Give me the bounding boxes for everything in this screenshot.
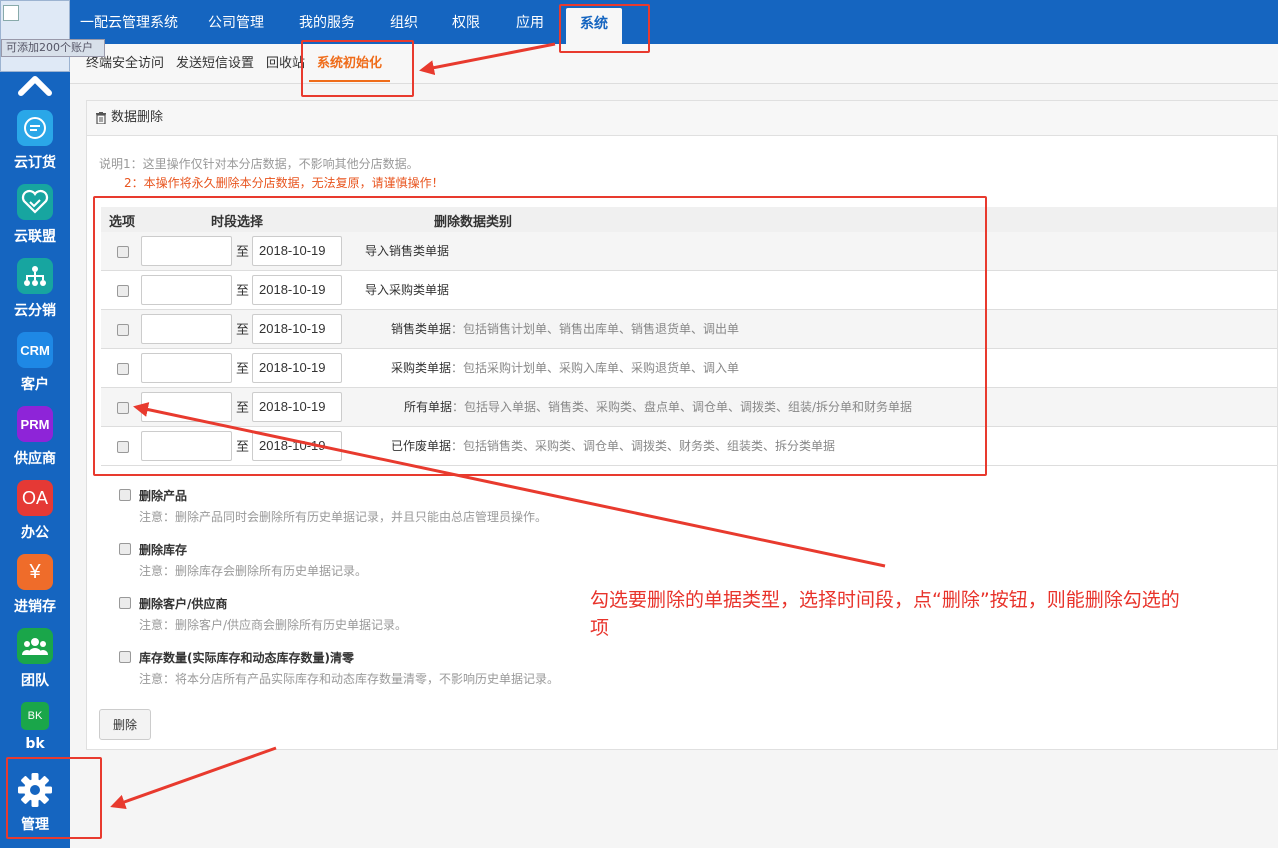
annotation-box-system-tab (559, 4, 650, 53)
crm-icon: CRM (17, 332, 53, 368)
sidebar-item-distribution[interactable]: 云分销 (0, 258, 70, 320)
sidebar-item-team[interactable]: 团队 (0, 628, 70, 690)
sidebar-item-label: 团队 (21, 673, 49, 689)
sidebar-item-label: 办公 (21, 525, 49, 541)
trash-icon (96, 112, 106, 124)
option-note: 注意：删除库存会删除所有历史单据记录。 (139, 564, 368, 578)
annotation-box-table (93, 196, 987, 476)
option-title: 删除客户/供应商 (139, 597, 228, 611)
annotation-text: 勾选要删除的单据类型，选择时间段，点“删除”按钮，则能删除勾选的项 (590, 589, 1180, 639)
description-note-1: 说明1：这里操作仅针对本分店数据，不影响其他分店数据。 (99, 157, 419, 171)
option-checkbox[interactable] (119, 651, 131, 663)
sidebar-item-label: bk (25, 736, 45, 752)
sidebar-item-supplier[interactable]: PRM 供应商 (0, 406, 70, 468)
chevron-up-icon[interactable] (17, 74, 53, 96)
nav-services[interactable]: 我的服务 (299, 0, 355, 44)
sidebar-item-label: 进销存 (14, 599, 56, 615)
sidebar-item-office[interactable]: OA 办公 (0, 480, 70, 542)
option-checkbox[interactable] (119, 543, 131, 555)
sidebar-item-label: 云订货 (14, 155, 56, 171)
sidebar-item-bk[interactable]: BK bk (0, 702, 70, 754)
account-limit-tooltip: 可添加200个账户 (1, 39, 105, 57)
bk-icon: BK (21, 702, 49, 730)
option-title: 删除产品 (139, 489, 188, 503)
warning-note-2: 2：本操作将永久删除本分店数据，无法复原，请谨慎操作！ (124, 176, 444, 190)
arrow-to-manage (110, 746, 277, 810)
sidebar-item-label: 云联盟 (14, 229, 56, 245)
org-tree-icon (17, 258, 53, 294)
nav-apps[interactable]: 应用 (516, 0, 544, 44)
option-title: 删除库存 (139, 543, 188, 557)
team-icon (17, 628, 53, 664)
nav-home[interactable]: 一配云管理系统 (80, 0, 178, 44)
top-navigation: 一配云管理系统 公司管理 我的服务 组织 权限 应用 系统 (70, 0, 1278, 44)
option-note: 注意：将本分店所有产品实际库存和动态库存数量清零，不影响历史单据记录。 (139, 672, 560, 686)
sidebar-item-alliance[interactable]: 云联盟 (0, 184, 70, 246)
prm-icon: PRM (17, 406, 53, 442)
nav-permissions[interactable]: 权限 (452, 0, 480, 44)
tab-sms-settings[interactable]: 发送短信设置 (176, 44, 254, 84)
annotation-box-init-tab (301, 40, 414, 97)
nav-company[interactable]: 公司管理 (208, 0, 264, 44)
yen-icon: ¥ (17, 554, 53, 590)
chat-bubble-icon (17, 110, 53, 146)
sidebar-item-label: 客户 (21, 377, 49, 393)
sidebar-item-label: 云分销 (14, 303, 56, 319)
company-logo[interactable] (0, 0, 70, 72)
option-checkbox[interactable] (119, 489, 131, 501)
broken-image-icon (3, 5, 19, 21)
sub-navigation: 终端安全访问 发送短信设置 回收站 系统初始化 (70, 44, 1278, 84)
option-note: 注意：删除产品同时会删除所有历史单据记录，并且只能由总店管理员操作。 (139, 510, 548, 524)
oa-icon: OA (17, 480, 53, 516)
handshake-heart-icon (17, 184, 53, 220)
nav-organization[interactable]: 组织 (390, 0, 418, 44)
option-checkbox[interactable] (119, 597, 131, 609)
sidebar-item-order[interactable]: 云订货 (0, 110, 70, 172)
left-sidebar: 可添加200个账户 云订货 云联盟 云分销 CRM 客户 PRM 供应商 OA … (0, 0, 105, 848)
annotation-box-manage (6, 757, 102, 839)
option-note: 注意：删除客户/供应商会删除所有历史单据记录。 (139, 618, 408, 632)
delete-button[interactable]: 删除 (99, 709, 151, 740)
sidebar-item-label: 供应商 (14, 451, 56, 467)
tab-recycle-bin[interactable]: 回收站 (266, 44, 306, 84)
option-title: 库存数量(实际库存和动态库存数量)清零 (139, 651, 354, 665)
panel-title: 数据删除 (111, 110, 164, 125)
panel-header: 数据删除 (87, 101, 1278, 136)
sidebar-item-crm[interactable]: CRM 客户 (0, 332, 70, 394)
sidebar-item-inventory[interactable]: ¥ 进销存 (0, 554, 70, 616)
